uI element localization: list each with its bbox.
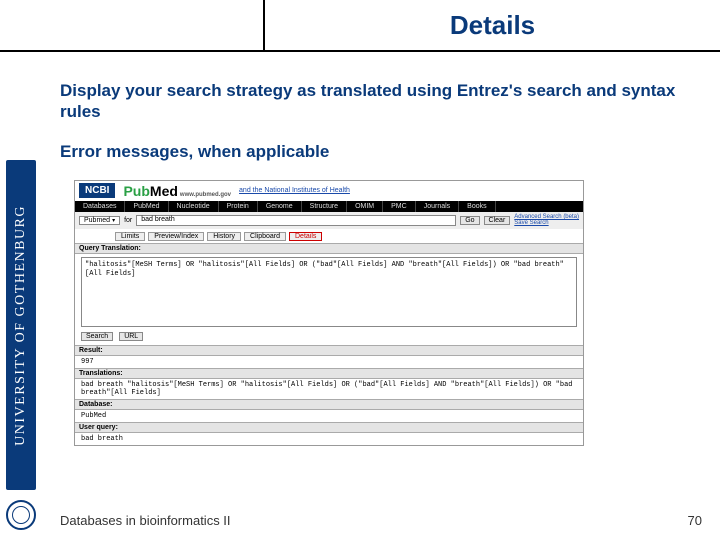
subtab-clipboard[interactable]: Clipboard — [244, 232, 286, 241]
db-select[interactable]: Pubmed ▾ — [79, 216, 120, 225]
database-body: PubMed — [75, 410, 583, 422]
tab-protein[interactable]: Protein — [219, 201, 258, 212]
translations-body: bad breath "halitosis"[MeSH Terms] OR "h… — [75, 379, 583, 399]
url-button[interactable]: URL — [119, 332, 143, 341]
database-head: Database: — [75, 399, 583, 410]
search-button[interactable]: Search — [81, 332, 113, 341]
chevron-down-icon: ▾ — [112, 217, 115, 224]
pubmed-logo: PubMed www.pubmed.gov — [123, 183, 231, 199]
university-name: UNIVERSITY OF GOTHENBURG — [13, 205, 29, 446]
footer-course: Databases in bioinformatics II — [60, 513, 231, 528]
tab-books[interactable]: Books — [459, 201, 495, 212]
user-query-body: bad breath — [75, 433, 583, 445]
translations-head: Translations: — [75, 368, 583, 379]
subtab-details[interactable]: Details — [289, 232, 322, 241]
tab-nucleotide[interactable]: Nucleotide — [169, 201, 219, 212]
tab-structure[interactable]: Structure — [302, 201, 347, 212]
tab-pubmed[interactable]: PubMed — [125, 201, 168, 212]
slide-number: 70 — [688, 513, 702, 528]
nih-link[interactable]: and the National Institutes of Health — [239, 187, 350, 194]
university-sidebar: UNIVERSITY OF GOTHENBURG — [6, 160, 36, 490]
tab-omim[interactable]: OMIM — [347, 201, 383, 212]
user-query-head: User query: — [75, 422, 583, 433]
tab-databases[interactable]: Databases — [75, 201, 125, 212]
go-button[interactable]: Go — [460, 216, 479, 225]
result-value: 997 — [75, 356, 583, 368]
subtab-limits[interactable]: Limits — [115, 232, 145, 241]
search-input[interactable]: bad breath — [136, 215, 456, 226]
query-translation-box[interactable]: "halitosis"[MeSH Terms] OR "halitosis"[A… — [81, 257, 577, 327]
tab-journals[interactable]: Journals — [416, 201, 459, 212]
tab-genome[interactable]: Genome — [258, 201, 302, 212]
body-line-2: Error messages, when applicable — [60, 141, 680, 162]
university-seal-icon — [6, 500, 36, 530]
ncbi-logo: NCBI — [79, 183, 115, 198]
advanced-search-link[interactable]: Advanced Search (beta) — [514, 214, 579, 221]
title-left-cell — [0, 0, 265, 50]
clear-button[interactable]: Clear — [484, 216, 511, 225]
body-line-1: Display your search strategy as translat… — [60, 80, 680, 123]
result-head: Result: — [75, 345, 583, 356]
subtab-preview[interactable]: Preview/Index — [148, 232, 204, 241]
query-translation-head: Query Translation: — [75, 243, 583, 254]
save-search-link[interactable]: Save Search — [514, 220, 579, 227]
tab-pmc[interactable]: PMC — [383, 201, 416, 212]
subtab-history[interactable]: History — [207, 232, 241, 241]
slide-title: Details — [265, 0, 720, 50]
pubmed-screenshot: NCBI PubMed www.pubmed.gov and the Natio… — [74, 180, 584, 446]
db-tabs: Databases PubMed Nucleotide Protein Geno… — [75, 201, 583, 212]
for-label: for — [124, 217, 132, 224]
